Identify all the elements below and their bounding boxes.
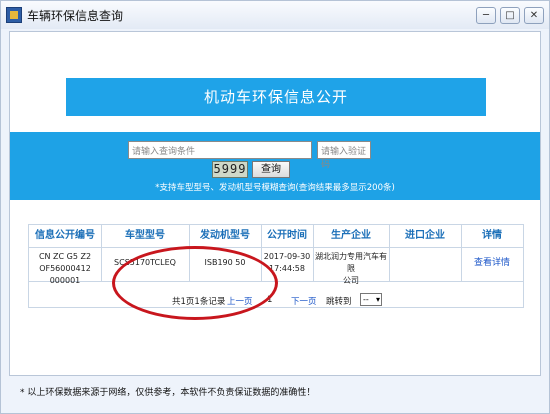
disclaimer-text: * 以上环保数据来源于网络，仅供参考，本软件不负责保证数据的准确性！	[20, 388, 316, 398]
title-bar: 车辆环保信息查询 ─ □ ✕	[1, 1, 549, 29]
cell-maker: 湖北润力专用汽车有限 公司	[313, 251, 389, 287]
app-window: 车辆环保信息查询 ─ □ ✕ 机动车环保信息公开 请输入查询条件 请输入验证码 …	[0, 0, 550, 414]
column-divider	[461, 225, 462, 281]
query-button[interactable]: 查询	[252, 161, 290, 178]
results-table: 信息公开编号 车型型号 发动机型号 公开时间 生产企业 进口企业 详情 CN Z…	[28, 224, 524, 308]
header-maker: 生产企业	[331, 230, 371, 241]
restore-button[interactable]: □	[500, 7, 520, 24]
header-divider	[29, 247, 523, 248]
header-detail: 详情	[482, 230, 502, 241]
page-select[interactable]: --	[360, 293, 382, 306]
header-model: 车型型号	[125, 230, 165, 241]
cell-info-no-line1: CN ZC G5 Z2	[38, 252, 92, 261]
query-input[interactable]: 请输入查询条件	[128, 141, 312, 159]
app-icon	[6, 7, 22, 23]
cell-info-no-line2: OF56000412 000001	[39, 264, 91, 285]
next-page-link[interactable]: 下一页	[291, 295, 317, 307]
column-divider	[101, 225, 102, 281]
cell-date-line1: 2017-09-30	[263, 252, 311, 261]
search-hint: *支持车型型号、发动机型号模糊查询(查询结果最多显示200条)	[155, 183, 395, 193]
highlight-ellipse	[112, 246, 278, 320]
content-panel: 机动车环保信息公开 请输入查询条件 请输入验证码 *支持车型型号、发动机型号模糊…	[9, 31, 541, 376]
header-date: 公开时间	[267, 230, 307, 241]
cell-info-no: CN ZC G5 Z2 OF56000412 000001	[29, 251, 101, 287]
captcha-input[interactable]: 请输入验证码	[317, 141, 371, 170]
header-info-no: 信息公开编号	[35, 230, 95, 241]
close-button[interactable]: ✕	[524, 7, 544, 24]
minimize-button[interactable]: ─	[476, 7, 496, 24]
header-engine: 发动机型号	[200, 230, 250, 241]
view-details-link[interactable]: 查看详情	[461, 257, 523, 269]
page-banner: 机动车环保信息公开	[66, 78, 486, 116]
jump-label: 跳转到	[326, 297, 352, 307]
captcha-image[interactable]: 5999	[212, 161, 248, 178]
cell-maker-line1: 湖北润力专用汽车有限	[315, 252, 387, 273]
window-title: 车辆环保信息查询	[27, 9, 124, 23]
cell-maker-line2: 公司	[343, 276, 359, 285]
header-importer: 进口企业	[405, 230, 445, 241]
column-divider	[389, 225, 390, 281]
